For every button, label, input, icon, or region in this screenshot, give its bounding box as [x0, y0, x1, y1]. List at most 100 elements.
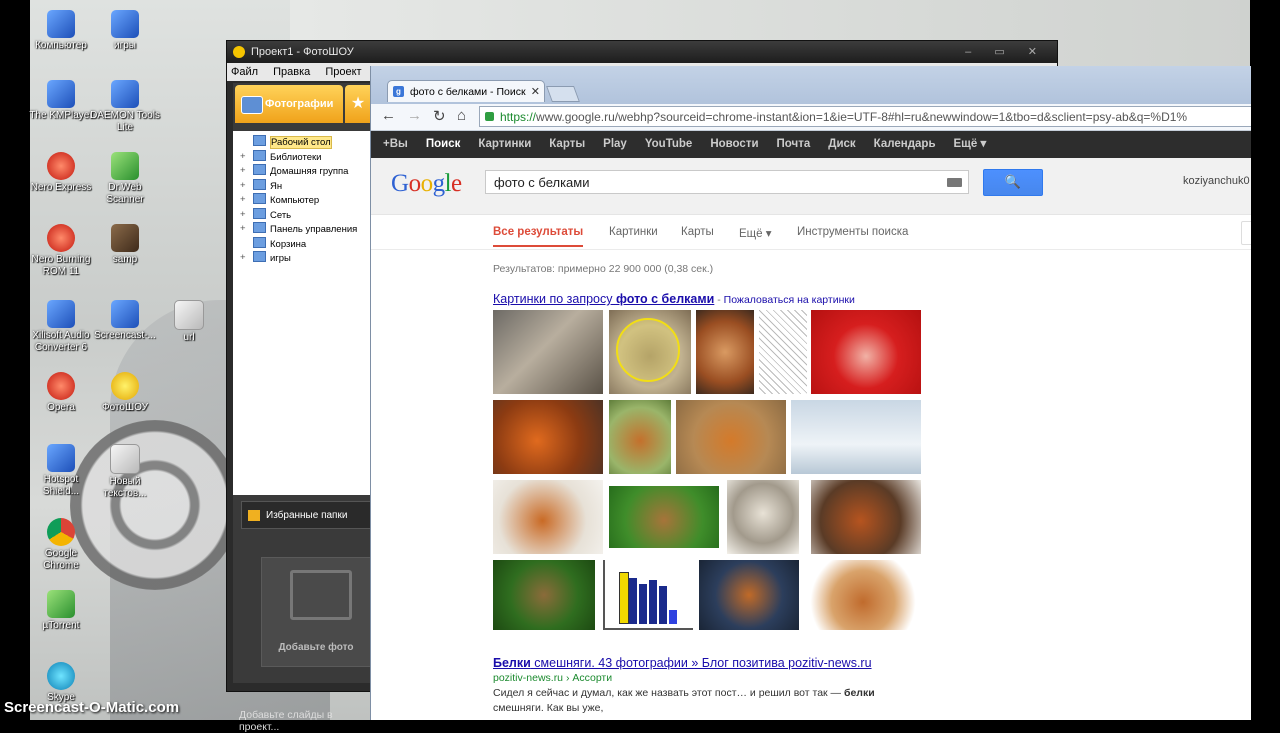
desktop-icon[interactable]: url — [154, 300, 224, 344]
image-thumbnail[interactable] — [493, 480, 603, 554]
image-thumbnail[interactable] — [676, 400, 786, 474]
tree-item[interactable]: + Компьютер — [233, 193, 373, 208]
desktop-icon[interactable]: Xilisoft Audio Converter 6 — [26, 300, 96, 354]
window-controls[interactable]: ‒ ▭ ✕ — [965, 41, 1047, 63]
cursor-highlight — [616, 318, 680, 382]
expand-icon[interactable]: + — [240, 208, 246, 222]
back-icon[interactable]: ← — [381, 107, 396, 124]
close-tab-icon[interactable]: ✕ — [531, 81, 540, 102]
desktop-icon[interactable]: The KMPlayer — [26, 80, 96, 122]
tree-item[interactable]: + Домашняя группа — [233, 164, 373, 179]
gbar-link[interactable]: Новости — [710, 138, 758, 150]
gbar-link[interactable]: Календарь — [874, 138, 936, 150]
menu-edit[interactable]: Правка — [273, 66, 310, 78]
gbar-link[interactable]: Поиск — [426, 138, 461, 150]
image-thumbnail[interactable] — [493, 400, 603, 474]
tree-item[interactable]: + Панель управления — [233, 222, 373, 237]
browser-tab[interactable]: g фото с белками - Поиск ✕ — [387, 80, 545, 102]
google-logo[interactable]: Google — [391, 170, 462, 198]
image-thumbnail[interactable] — [699, 560, 799, 630]
desktop-icon[interactable]: Opera — [26, 372, 96, 414]
result-url[interactable]: pozitiv-news.ru › Ассорти — [493, 672, 933, 684]
images-link[interactable]: Картинки по запросу фото с белками — [493, 292, 714, 306]
reload-icon[interactable]: ↻ — [433, 107, 446, 125]
gbar-link[interactable]: Карты — [549, 138, 585, 150]
menu-project[interactable]: Проект — [325, 66, 361, 78]
address-bar[interactable]: https://www.google.ru/webhp?sourceid=chr… — [479, 106, 1251, 127]
desktop-icon[interactable]: Nero Burning ROM 11 — [26, 224, 96, 278]
desktop-icon[interactable]: Skype — [26, 662, 96, 704]
expand-icon[interactable]: + — [240, 179, 246, 193]
settings-button[interactable] — [1241, 221, 1251, 245]
gbar-link[interactable]: Ещё ▾ — [954, 138, 987, 150]
desktop-icon[interactable]: µTorrent — [26, 590, 96, 632]
keyboard-icon[interactable] — [947, 178, 962, 187]
image-thumbnail[interactable] — [811, 480, 921, 554]
image-thumbnail[interactable] — [807, 560, 919, 630]
expand-icon[interactable]: + — [240, 193, 246, 207]
search-result: Белки смешняги. 43 фотографии » Блог поз… — [493, 656, 933, 716]
image-thumbnail[interactable] — [493, 310, 603, 394]
tab-photos[interactable]: Фотографии — [235, 85, 343, 123]
desktop-icon[interactable]: DAEMON Tools Lite — [90, 80, 160, 134]
image-thumbnail[interactable] — [609, 400, 671, 474]
screencast-watermark: Screencast-O-Matic.com — [4, 699, 180, 716]
image-thumbnail[interactable] — [811, 310, 921, 394]
image-thumbnail[interactable] — [791, 400, 921, 474]
expand-icon[interactable]: + — [240, 251, 246, 265]
report-images-link[interactable]: Пожаловаться на картинки — [724, 294, 855, 306]
gbar-link[interactable]: Play — [603, 138, 627, 150]
image-thumbnail[interactable] — [696, 310, 754, 394]
tab-maps[interactable]: Карты — [681, 226, 714, 238]
search-button[interactable]: 🔍 — [983, 169, 1043, 196]
image-thumbnail[interactable] — [759, 310, 807, 394]
tab-all-results[interactable]: Все результаты — [493, 226, 584, 247]
tab-search-tools[interactable]: Инструменты поиска — [797, 226, 908, 238]
desktop-icon[interactable]: Dr.Web Scanner — [90, 152, 160, 206]
desktop-icon[interactable]: Hotspot Shield... — [26, 444, 96, 498]
tree-item[interactable]: + игры — [233, 251, 373, 266]
tree-item-label: Корзина — [270, 238, 307, 250]
gbar-link[interactable]: Почта — [777, 138, 811, 150]
desktop-icon-label: ФотоШОУ — [101, 402, 149, 413]
expand-icon[interactable]: + — [240, 164, 246, 178]
desktop-icon[interactable]: Google Chrome — [26, 518, 96, 572]
search-input[interactable]: фото с белками — [485, 170, 969, 194]
forward-icon[interactable]: → — [407, 107, 422, 124]
tree-item[interactable]: Корзина — [233, 236, 373, 252]
desktop-icon[interactable]: игры — [90, 10, 160, 52]
tab-more[interactable]: Ещё ▾ — [739, 226, 772, 240]
gbar-link[interactable]: +Вы — [383, 138, 408, 150]
tree-item[interactable]: + Ян — [233, 178, 373, 194]
image-thumbnail[interactable] — [603, 560, 693, 630]
tab-title: фото с белками - Поиск — [410, 86, 526, 98]
desktop-icon[interactable]: Новый текстов... — [90, 444, 160, 500]
result-title-link[interactable]: Белки смешняги. 43 фотографии » Блог поз… — [493, 656, 933, 670]
expand-icon[interactable]: + — [240, 150, 246, 164]
images-header[interactable]: Картинки по запросу фото с белками - Пож… — [493, 292, 855, 306]
home-icon[interactable]: ⌂ — [457, 107, 466, 124]
image-thumbnail[interactable] — [727, 480, 799, 554]
favorites-folders-button[interactable]: Избранные папки — [241, 501, 371, 529]
tab-effects[interactable]: ★ — [345, 85, 371, 123]
gbar-link[interactable]: Диск — [828, 138, 855, 150]
desktop-icon[interactable]: samp — [90, 224, 160, 266]
menu-file[interactable]: Файл — [231, 66, 258, 78]
gbar-link[interactable]: YouTube — [645, 138, 692, 150]
tree-item[interactable]: + Библиотеки — [233, 149, 373, 165]
gbar-link[interactable]: Картинки — [478, 138, 531, 150]
image-thumbnail[interactable] — [609, 486, 719, 548]
add-photo-area[interactable]: Добавьте фото — [261, 557, 371, 667]
tab-images[interactable]: Картинки — [609, 226, 658, 238]
desktop-icon[interactable]: ФотоШОУ — [90, 372, 160, 414]
tree-item[interactable]: + Сеть — [233, 207, 373, 223]
desktop-icon[interactable]: Компьютер — [26, 10, 96, 52]
image-thumbnail[interactable] — [493, 560, 595, 630]
expand-icon[interactable]: + — [240, 222, 246, 236]
tree-item[interactable]: Рабочий стол — [233, 135, 373, 150]
desktop-icon[interactable]: Screencast-... — [90, 300, 160, 342]
skype-icon — [47, 662, 75, 690]
desktop-icon[interactable]: Nero Express — [26, 152, 96, 194]
new-tab-button[interactable] — [546, 86, 580, 102]
user-account[interactable]: koziyanchuk0 — [1183, 175, 1250, 187]
